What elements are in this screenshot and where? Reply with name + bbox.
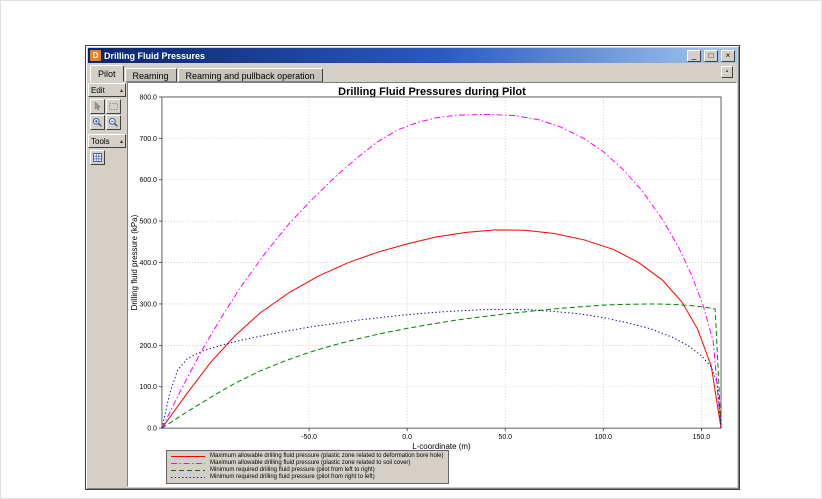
edit-panel-buttons bbox=[88, 98, 126, 134]
table-tool-button[interactable] bbox=[90, 150, 105, 165]
pointer-tool-button[interactable] bbox=[90, 99, 105, 114]
tools-panel-buttons bbox=[88, 149, 126, 169]
x-tick-label: 150.0 bbox=[693, 434, 711, 441]
legend-line-sample bbox=[171, 477, 205, 478]
titlebar[interactable]: D Drilling Fluid Pressures _ □ × bbox=[88, 48, 737, 63]
series-line-1 bbox=[161, 113, 722, 429]
pointer-icon bbox=[92, 101, 103, 112]
y-tick-label: 200.0 bbox=[139, 343, 157, 350]
series-line-0 bbox=[161, 229, 722, 429]
x-tick-label: 0.0 bbox=[402, 434, 412, 441]
y-tick-label: 300.0 bbox=[139, 301, 157, 308]
series-line-2 bbox=[161, 303, 722, 429]
app-window: D Drilling Fluid Pressures _ □ × Pilot R… bbox=[85, 45, 740, 490]
chart-canvas: Drilling Fluid Pressures during Pilot 0.… bbox=[127, 82, 737, 487]
legend-label: Minimum required drilling fluid pressure… bbox=[210, 474, 375, 480]
legend-line-sample bbox=[171, 463, 205, 464]
y-axis-label: Drilling fluid pressure (kPa) bbox=[130, 214, 139, 310]
tab-pilot[interactable]: Pilot bbox=[90, 65, 124, 82]
series-line-3 bbox=[161, 308, 722, 429]
table-icon bbox=[92, 152, 103, 163]
collapse-icon[interactable]: ▴ bbox=[120, 87, 123, 94]
tools-panel-label: Tools bbox=[91, 136, 110, 146]
y-tick-label: 800.0 bbox=[139, 94, 157, 101]
legend-line-sample bbox=[171, 470, 205, 471]
x-tick-label: 100.0 bbox=[595, 434, 613, 441]
y-tick-label: 400.0 bbox=[139, 260, 157, 267]
selection-rect-icon bbox=[108, 101, 119, 112]
window-title: Drilling Fluid Pressures bbox=[104, 50, 206, 61]
zoom-out-icon bbox=[108, 117, 119, 128]
x-tick-label: 50.0 bbox=[498, 434, 512, 441]
legend-label: Minimum required drilling fluid pressure… bbox=[210, 467, 375, 473]
y-tick-label: 700.0 bbox=[139, 136, 157, 143]
x-tick-label: -50.0 bbox=[301, 434, 317, 441]
legend-label: Maximum allowable drilling fluid pressur… bbox=[210, 460, 411, 466]
y-tick-label: 500.0 bbox=[139, 219, 157, 226]
legend-item: Minimum required drilling fluid pressure… bbox=[170, 474, 443, 481]
tab-reaming-pullback[interactable]: Reaming and pullback operation bbox=[177, 68, 323, 82]
app-icon: D bbox=[90, 50, 101, 61]
tools-panel-header[interactable]: Tools ▴ bbox=[88, 134, 126, 148]
legend-item: Maximum allowable drilling fluid pressur… bbox=[170, 453, 443, 460]
zoom-in-button[interactable] bbox=[90, 115, 105, 130]
sidebar: Edit ▴ Tools ▴ bbox=[88, 82, 127, 487]
zoom-in-icon bbox=[92, 117, 103, 128]
maximize-button[interactable]: □ bbox=[704, 49, 718, 62]
tab-corner-icon: ▪ bbox=[725, 69, 729, 75]
legend-label: Maximum allowable drilling fluid pressur… bbox=[210, 453, 444, 459]
edit-panel-header[interactable]: Edit ▴ bbox=[88, 83, 126, 97]
tab-strip: Pilot Reaming Reaming and pullback opera… bbox=[88, 63, 737, 82]
legend-item: Minimum required drilling fluid pressure… bbox=[170, 467, 443, 474]
window-content: Edit ▴ Tools ▴ Drilling Fluid Pressures … bbox=[88, 82, 737, 487]
y-tick-label: 600.0 bbox=[139, 177, 157, 184]
legend-line-sample bbox=[171, 456, 205, 457]
edit-panel-label: Edit bbox=[91, 85, 105, 95]
legend-item: Maximum allowable drilling fluid pressur… bbox=[170, 460, 443, 467]
chart-plot[interactable]: 0.0 100.0 200.0 300.0 400.0 500.0 600.0 700.0 80… bbox=[128, 83, 736, 486]
y-tick-label: 100.0 bbox=[139, 384, 157, 391]
close-button[interactable]: × bbox=[721, 49, 735, 62]
collapse-icon[interactable]: ▴ bbox=[120, 138, 123, 145]
minimize-button[interactable]: _ bbox=[687, 49, 701, 62]
chart-legend: Maximum allowable drilling fluid pressur… bbox=[166, 450, 450, 484]
tab-reaming[interactable]: Reaming bbox=[124, 68, 177, 82]
selection-tool-button[interactable] bbox=[106, 99, 121, 114]
zoom-out-button[interactable] bbox=[106, 115, 121, 130]
y-tick-label: 0.0 bbox=[147, 426, 157, 433]
tab-corner-button[interactable]: ▪ bbox=[721, 66, 733, 78]
